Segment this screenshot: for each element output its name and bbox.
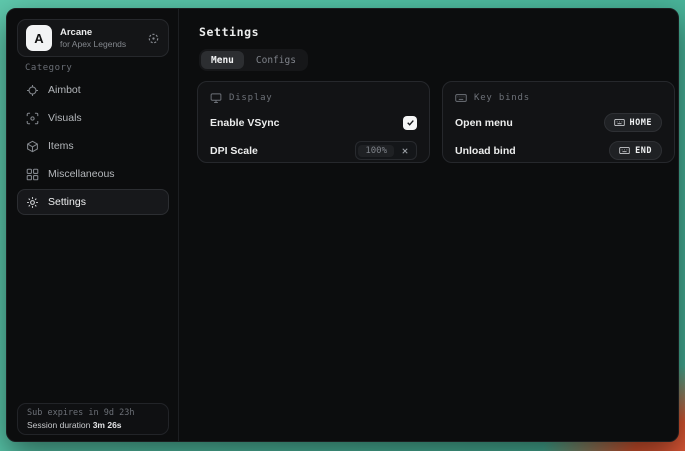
app-tagline: for Apex Legends <box>60 39 139 50</box>
sidebar-item-label: Aimbot <box>48 84 81 96</box>
dpi-scale-input[interactable]: 100% <box>355 141 417 160</box>
keyboard-icon <box>619 145 630 156</box>
monitor-icon <box>210 92 222 104</box>
vsync-label: Enable VSync <box>210 117 279 129</box>
vsync-checkbox[interactable] <box>403 116 417 130</box>
keybinds-card-header: Key binds <box>455 92 662 104</box>
unload-keybind-button[interactable]: END <box>609 141 662 160</box>
unload-key: END <box>635 146 652 156</box>
session-duration-value: 3m 26s <box>93 420 122 430</box>
open-menu-key: HOME <box>630 118 652 128</box>
sub-expiry-text: Sub expires in 9d 23h <box>27 408 159 418</box>
session-duration-text: Session duration 3m 26s <box>27 420 159 430</box>
crosshair-icon <box>26 84 39 97</box>
tab-group: Menu Configs <box>199 49 308 71</box>
subscription-status-card: Sub expires in 9d 23h Session duration 3… <box>17 403 169 435</box>
keybinds-card-title: Key binds <box>474 93 530 103</box>
clear-icon[interactable] <box>401 147 409 155</box>
unload-bind-label: Unload bind <box>455 145 516 157</box>
keyboard-icon <box>614 117 625 128</box>
sidebar-item-visuals[interactable]: Visuals <box>17 105 169 131</box>
sidebar-item-label: Items <box>48 140 74 152</box>
sidebar-item-miscellaneous[interactable]: Miscellaneous <box>17 161 169 187</box>
tab-menu[interactable]: Menu <box>201 51 244 69</box>
session-duration-label: Session duration <box>27 420 90 430</box>
sidebar-item-settings[interactable]: Settings <box>17 189 169 215</box>
arcane-menu-window: A Arcane for Apex Legends Category <box>6 8 679 442</box>
gear-icon <box>26 196 39 209</box>
keyboard-icon <box>455 92 467 104</box>
display-card-title: Display <box>229 93 273 103</box>
settings-cards: Display Enable VSync DPI Scale 1 <box>197 81 675 163</box>
tab-configs[interactable]: Configs <box>246 51 306 69</box>
crosshair-badge-icon[interactable] <box>147 32 160 45</box>
vsync-row: Enable VSync <box>210 113 417 132</box>
sidebar-item-items[interactable]: Items <box>17 133 169 159</box>
check-icon <box>406 118 415 127</box>
display-card-header: Display <box>210 92 417 104</box>
main-content: Settings Menu Configs Display <box>179 9 678 441</box>
sidebar-item-aimbot[interactable]: Aimbot <box>17 77 169 103</box>
open-menu-row: Open menu HOME <box>455 113 662 132</box>
sidebar-nav: Aimbot Visuals <box>17 77 169 215</box>
dpi-label: DPI Scale <box>210 145 258 157</box>
dpi-scale-value[interactable]: 100% <box>358 145 394 157</box>
app-name: Arcane <box>60 27 139 39</box>
unload-bind-row: Unload bind END <box>455 141 662 160</box>
package-icon <box>26 140 39 153</box>
scan-eye-icon <box>26 112 39 125</box>
sidebar-item-label: Miscellaneous <box>48 168 115 180</box>
game-backdrop: A Arcane for Apex Legends Category <box>0 0 685 451</box>
sidebar: A Arcane for Apex Legends Category <box>7 9 179 441</box>
open-menu-keybind-button[interactable]: HOME <box>604 113 662 132</box>
sidebar-item-label: Visuals <box>48 112 82 124</box>
app-header-card: A Arcane for Apex Legends <box>17 19 169 57</box>
open-menu-label: Open menu <box>455 117 513 129</box>
page-title: Settings <box>199 25 259 39</box>
grid-icon <box>26 168 39 181</box>
category-label: Category <box>25 63 72 73</box>
keybinds-card: Key binds Open menu HOME <box>442 81 675 163</box>
sidebar-item-label: Settings <box>48 196 86 208</box>
app-meta: Arcane for Apex Legends <box>60 27 139 50</box>
display-card: Display Enable VSync DPI Scale 1 <box>197 81 430 163</box>
dpi-row: DPI Scale 100% <box>210 141 417 160</box>
app-logo: A <box>26 25 52 51</box>
